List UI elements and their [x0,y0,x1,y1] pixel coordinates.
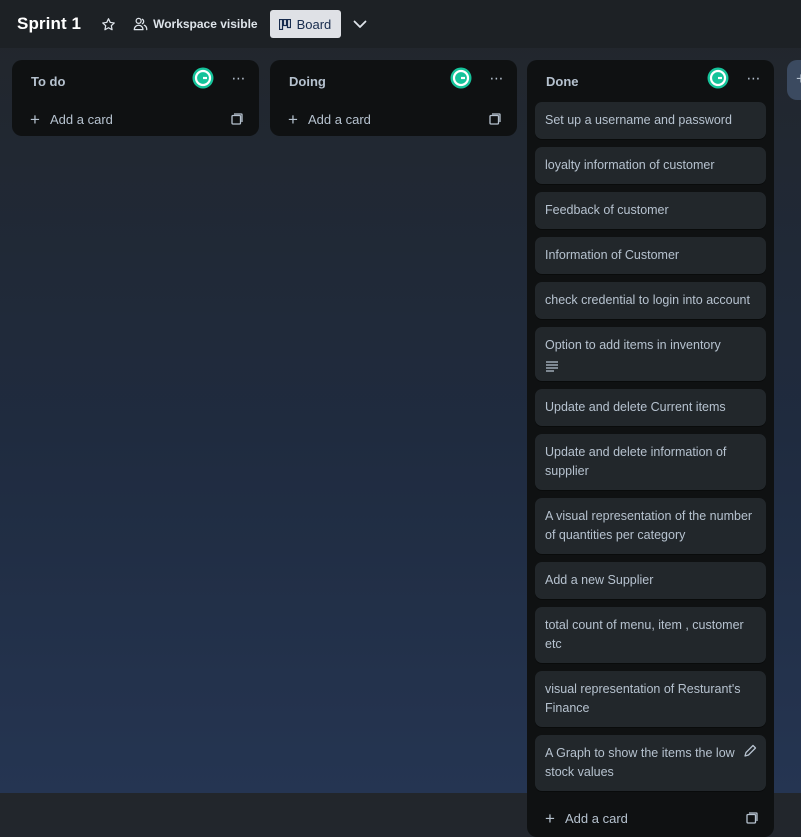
add-card-button[interactable]: + Add a card [12,102,259,136]
list-doing: Doing ⋯ + Add a card [270,60,517,136]
grammarly-icon[interactable] [450,67,472,89]
card[interactable]: visual representation of Resturant's Fin… [535,671,766,727]
card-title: Set up a username and password [545,113,732,127]
list-header: To do ⋯ [12,60,259,102]
add-card-label: Add a card [565,810,628,826]
card-title: visual representation of Resturant's Fin… [545,682,741,715]
workspace-visibility-button[interactable]: Workspace visible [129,10,262,38]
card-title: Update and delete information of supplie… [545,445,727,478]
template-icon [746,812,758,824]
list-title[interactable]: Doing [289,74,326,89]
create-from-template-button[interactable] [744,810,760,826]
card[interactable]: A visual representation of the number of… [535,498,766,554]
card-title: A Graph to show the items the low stock … [545,746,735,779]
card-list: Set up a username and password loyalty i… [527,102,774,791]
more-icon: ⋯ [746,69,762,86]
card[interactable]: total count of menu, item , customer etc [535,607,766,663]
plus-icon: + [288,109,298,129]
more-icon: ⋯ [489,69,505,86]
card-title: Add a new Supplier [545,573,654,587]
list-header: Done ⋯ [527,60,774,102]
card[interactable]: Update and delete Current items [535,389,766,426]
template-icon [489,113,501,125]
plus-icon: + [30,109,40,129]
list-header: Doing ⋯ [270,60,517,102]
card-title: loyalty information of customer [545,158,715,172]
workspace-visibility-label: Workspace visible [153,17,258,31]
board-header: Sprint 1 Workspace visible Board [0,0,801,48]
more-icon: ⋯ [231,69,247,86]
star-board-button[interactable] [97,13,119,35]
add-card-button[interactable]: + Add a card [270,102,517,136]
template-icon [231,113,243,125]
plus-icon: + [796,69,801,88]
chevron-down-icon [353,20,367,28]
card[interactable]: Information of Customer [535,237,766,274]
card[interactable]: A Graph to show the items the low stock … [535,735,766,791]
add-list-button[interactable]: + [787,60,801,100]
card-title: check credential to login into account [545,293,750,307]
view-switcher-button[interactable] [347,11,373,37]
plus-icon: + [545,808,555,828]
list-to-do: To do ⋯ + Add a card [12,60,259,136]
list-title[interactable]: Done [546,74,579,89]
list-menu-button[interactable]: ⋯ [742,68,766,88]
add-card-label: Add a card [308,111,371,127]
card-title: Information of Customer [545,248,680,262]
star-icon [101,17,115,30]
card[interactable]: Option to add items in inventory [535,327,766,381]
card[interactable]: loyalty information of customer [535,147,766,184]
card-title: Option to add items in inventory [545,338,721,352]
board-title[interactable]: Sprint 1 [17,14,81,34]
card-title: total count of menu, item , customer etc [545,618,744,651]
create-from-template-button[interactable] [229,111,245,127]
list-menu-button[interactable]: ⋯ [227,68,251,88]
card-title: Update and delete Current items [545,400,726,414]
add-card-button[interactable]: + Add a card [527,799,774,837]
card-title: Feedback of customer [545,203,669,217]
description-icon [546,361,558,372]
list-menu-button[interactable]: ⋯ [485,68,509,88]
board-view-icon [278,18,291,30]
list-done: Done ⋯ Set up a username and password lo… [527,60,774,837]
add-card-label: Add a card [50,111,113,127]
people-icon [133,17,148,31]
card[interactable]: Add a new Supplier [535,562,766,599]
grammarly-icon[interactable] [707,67,729,89]
grammarly-icon[interactable] [192,67,214,89]
card[interactable]: Set up a username and password [535,102,766,139]
card[interactable]: Update and delete information of supplie… [535,434,766,490]
pencil-icon[interactable] [743,744,757,758]
card-title: A visual representation of the number of… [545,509,753,542]
card[interactable]: Feedback of customer [535,192,766,229]
card[interactable]: check credential to login into account [535,282,766,319]
board-view-button[interactable]: Board [269,10,342,38]
create-from-template-button[interactable] [487,111,503,127]
board-view-label: Board [296,16,332,32]
list-title[interactable]: To do [31,74,65,89]
